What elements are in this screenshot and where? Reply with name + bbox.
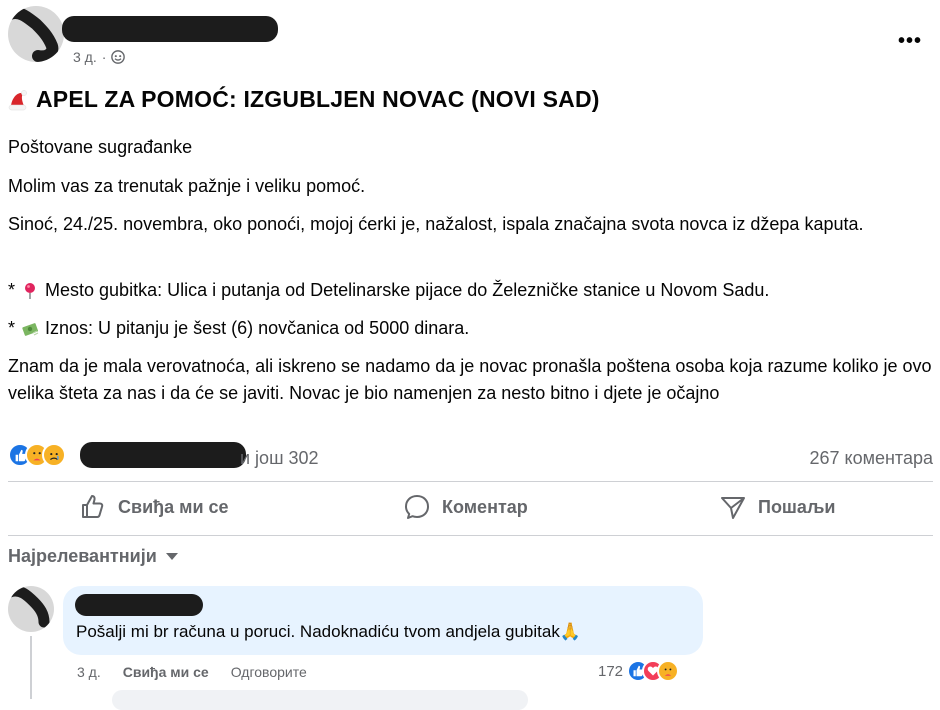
next-comment-bubble: [112, 690, 528, 710]
like-button-label: Свиђа ми се: [118, 496, 229, 517]
share-button-label: Пошаљи: [758, 496, 836, 517]
comment-text: Pošalji mi br računa u poruci. Nadoknadi…: [76, 622, 581, 642]
care-reaction-icon: [657, 660, 680, 682]
like-button[interactable]: Свиђа ми се: [80, 494, 229, 520]
commenter-avatar[interactable]: [8, 586, 54, 632]
paragraph-request: Molim vas za trenutak pažnje i veliku po…: [8, 176, 366, 196]
divider: [8, 481, 933, 482]
comment-sort-dropdown[interactable]: Најрелевантнији: [8, 546, 179, 567]
like-icon: [82, 495, 104, 518]
commenter-name-redacted[interactable]: [75, 594, 203, 616]
comment-sort-label: Најрелевантнији: [8, 546, 157, 566]
globe-icon[interactable]: [111, 50, 126, 64]
reactors-names-redacted[interactable]: [80, 442, 246, 468]
comment-button[interactable]: Коментар: [404, 494, 528, 520]
reactions-count[interactable]: и још 302: [240, 448, 319, 469]
post-title: APEL ZA POMOĆ: IZGUBLJEN NOVAC (NOVI SAD…: [8, 86, 600, 113]
share-icon: [721, 497, 745, 519]
bullet-amount: * Iznos: U pitanju je šest (6) novčanica…: [8, 315, 933, 342]
bullet-amount-text: Iznos: U pitanju je šest (6) novčanica o…: [45, 318, 470, 338]
author-avatar[interactable]: [8, 6, 64, 62]
money-icon: [22, 322, 39, 336]
post-meta: 3 д. ·: [73, 49, 126, 65]
bullet-location-text: Mesto gubitka: Ulica i putanja od Deteli…: [45, 280, 770, 300]
bullet-star: *: [8, 318, 16, 338]
comment-like-link[interactable]: Свиђа ми се: [123, 664, 209, 680]
sad-reaction-icon: [42, 443, 66, 467]
paragraph-closing: Znam da je mala verovatnoća, ali iskreno…: [8, 356, 932, 403]
paragraph-story: Sinoć, 24./25. novembra, oko ponoći, moj…: [8, 214, 864, 234]
comment-text-body: Pošalji mi br računa u poruci. Nadoknadi…: [76, 622, 560, 641]
comments-count[interactable]: 267 коментара: [809, 448, 933, 469]
santa-hat-icon: [8, 89, 27, 110]
author-name-redacted[interactable]: [62, 16, 278, 42]
comment-meta: 3 д. Свиђа ми се Одговорите: [77, 664, 307, 680]
pin-icon: [25, 282, 36, 299]
caret-down-icon: [165, 552, 178, 560]
pray-emoji: 🙏: [559, 622, 581, 641]
meta-separator: ·: [101, 49, 107, 65]
post-title-text: APEL ZA POMOĆ: IZGUBLJEN NOVAC (NOVI SAD…: [36, 86, 600, 112]
post-time[interactable]: 3 д.: [73, 49, 97, 65]
bullet-star: *: [8, 280, 16, 300]
paragraph-greeting: Poštovane sugrađanke: [8, 137, 193, 157]
comment-time[interactable]: 3 д.: [77, 664, 101, 680]
comment-icon: [405, 495, 429, 519]
comment-reply-link[interactable]: Одговорите: [231, 664, 307, 680]
more-options-button[interactable]: •••: [898, 30, 922, 53]
comment-reaction-count: 172: [598, 662, 624, 680]
bullet-location: * Mesto gubitka: Ulica i putanja od Dete…: [8, 277, 933, 304]
comment-reactions[interactable]: 172: [598, 660, 680, 682]
share-button[interactable]: Пошаљи: [720, 494, 835, 520]
divider: [8, 535, 933, 536]
reaction-summary[interactable]: [8, 443, 66, 467]
comment-thread-line: [30, 636, 32, 699]
comment-button-label: Коментар: [442, 496, 528, 517]
